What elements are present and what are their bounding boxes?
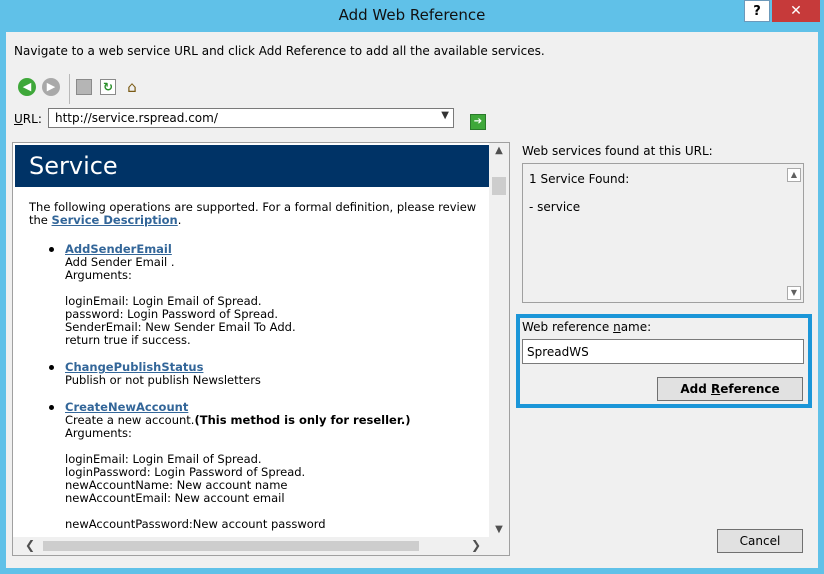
scroll-down-icon[interactable]: ▼ [787, 286, 801, 300]
refresh-icon[interactable]: ↻ [100, 79, 116, 95]
close-button[interactable]: ✕ [772, 0, 820, 22]
scroll-left-icon[interactable]: ❮ [25, 538, 35, 552]
vertical-scrollbar[interactable]: ▲ ▼ [489, 143, 509, 537]
service-header: Service [15, 145, 489, 187]
services-count: 1 Service Found: [529, 172, 630, 186]
operation-desc: Arguments: [65, 268, 132, 282]
scroll-right-icon[interactable]: ❯ [471, 538, 481, 552]
service-list-item: - service [529, 200, 581, 214]
list-item: ChangePublishStatus Publish or not publi… [29, 361, 489, 387]
url-label: URL: [14, 112, 42, 126]
service-description-link[interactable]: Service Description [52, 213, 178, 227]
toolbar-separator [69, 74, 70, 104]
stop-icon[interactable] [76, 79, 92, 95]
window-title: Add Web Reference [338, 6, 486, 24]
dialog-body: Navigate to a web service URL and click … [6, 32, 818, 568]
cancel-button[interactable]: Cancel [717, 529, 803, 553]
back-arrow-icon[interactable]: ◀ [18, 78, 36, 96]
scroll-down-icon[interactable]: ▼ [489, 524, 509, 535]
scroll-up-icon[interactable]: ▲ [489, 145, 509, 156]
operation-arg: newAccountPassword:New account password [65, 517, 326, 531]
scroll-thumb[interactable] [492, 177, 506, 195]
scroll-thumb-horizontal[interactable] [43, 541, 419, 551]
home-icon[interactable]: ⌂ [124, 79, 140, 95]
operation-arg: return true if success. [65, 333, 191, 347]
operations-list: AddSenderEmail Add Sender Email . Argume… [29, 243, 489, 545]
title-bar: Add Web Reference ? ✕ [0, 0, 824, 32]
chevron-down-icon[interactable]: ▼ [441, 110, 449, 121]
horizontal-scrollbar[interactable]: ❮ ❯ [13, 537, 509, 555]
services-found-box: 1 Service Found: - service ▲ ▼ [522, 163, 804, 303]
help-button[interactable]: ? [744, 0, 770, 22]
scroll-up-icon[interactable]: ▲ [787, 168, 801, 182]
forward-arrow-icon[interactable]: ▶ [42, 78, 60, 96]
url-combobox[interactable]: http://service.rspread.com/ ▼ [48, 108, 454, 128]
bullet [49, 247, 54, 252]
instructions-text: Navigate to a web service URL and click … [14, 44, 545, 58]
web-reference-name-label: Web reference name: [522, 320, 652, 334]
web-reference-name-input[interactable]: SpreadWS [522, 339, 804, 364]
operation-desc: Arguments: [65, 426, 132, 440]
bullet [49, 365, 54, 370]
add-web-reference-window: Add Web Reference ? ✕ Navigate to a web … [0, 0, 824, 574]
url-input[interactable]: http://service.rspread.com/ [55, 111, 218, 125]
list-item: CreateNewAccount Create a new account.(T… [29, 401, 489, 531]
services-found-label: Web services found at this URL: [522, 144, 713, 158]
list-item: AddSenderEmail Add Sender Email . Argume… [29, 243, 489, 347]
operation-arg: newAccountEmail: New account email [65, 491, 285, 505]
service-browser-pane: Service The following operations are sup… [12, 142, 510, 556]
add-reference-button[interactable]: Add Reference [657, 377, 803, 401]
bullet [49, 405, 54, 410]
go-arrow-icon[interactable]: ➔ [470, 114, 486, 130]
operation-desc: Publish or not publish Newsletters [65, 373, 261, 387]
service-intro: The following operations are supported. … [29, 200, 477, 227]
